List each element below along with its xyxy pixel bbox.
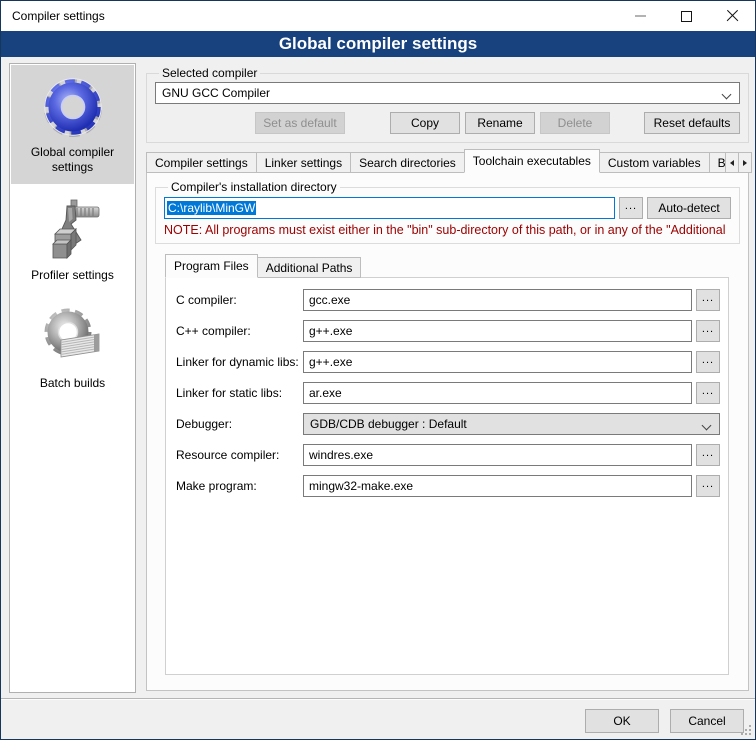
close-button[interactable] bbox=[709, 1, 755, 31]
sidebar-item-label: Global compiler settings bbox=[18, 145, 128, 175]
maximize-button[interactable] bbox=[663, 1, 709, 31]
main-panel: Selected compiler GNU GCC Compiler Set a… bbox=[146, 63, 749, 691]
cpp-compiler-input[interactable]: g++.exe bbox=[303, 320, 692, 342]
auto-detect-button[interactable]: Auto-detect bbox=[647, 197, 731, 219]
programs-tab-bar: Program Files Additional Paths bbox=[165, 254, 748, 278]
tab-program-files[interactable]: Program Files bbox=[165, 254, 258, 278]
settings-category-list: Global compiler settings bbox=[9, 63, 136, 693]
browse-resource-compiler-button[interactable]: ... bbox=[696, 444, 720, 466]
browse-c-compiler-button[interactable]: ... bbox=[696, 289, 720, 311]
settings-tab-bar: Compiler settings Linker settings Search… bbox=[146, 149, 749, 173]
field-value: gcc.exe bbox=[309, 293, 350, 307]
browse-linker-static-button[interactable]: ... bbox=[696, 382, 720, 404]
tab-linker-settings[interactable]: Linker settings bbox=[256, 152, 351, 173]
rename-button[interactable]: Rename bbox=[465, 112, 535, 134]
program-files-page: C compiler: gcc.exe ... C++ compiler: g+… bbox=[165, 277, 729, 675]
tab-additional-paths[interactable]: Additional Paths bbox=[257, 257, 362, 278]
installation-directory-legend: Compiler's installation directory bbox=[168, 180, 340, 194]
footer-divider bbox=[1, 698, 755, 700]
field-label: Resource compiler: bbox=[176, 448, 303, 462]
compiler-actions: Set as default Copy Rename Delete Reset … bbox=[155, 112, 740, 134]
browse-make-program-button[interactable]: ... bbox=[696, 475, 720, 497]
toolchain-executables-page: Compiler's installation directory C:\ray… bbox=[146, 172, 749, 691]
field-label: Linker for static libs: bbox=[176, 386, 303, 400]
field-row-debugger: Debugger: GDB/CDB debugger : Default bbox=[176, 413, 720, 435]
reset-defaults-button[interactable]: Reset defaults bbox=[644, 112, 740, 134]
arrow-left-icon bbox=[730, 160, 734, 166]
sidebar-item-label: Profiler settings bbox=[31, 268, 114, 283]
minimize-button[interactable] bbox=[617, 1, 663, 31]
field-value: ar.exe bbox=[309, 386, 342, 400]
tab-search-directories[interactable]: Search directories bbox=[350, 152, 465, 173]
delete-button[interactable]: Delete bbox=[540, 112, 610, 134]
caliper-icon bbox=[41, 198, 105, 262]
field-value: mingw32-make.exe bbox=[309, 479, 413, 493]
field-label: C++ compiler: bbox=[176, 324, 303, 338]
browse-cpp-compiler-button[interactable]: ... bbox=[696, 320, 720, 342]
field-row-linker-dynamic: Linker for dynamic libs: g++.exe ... bbox=[176, 351, 720, 373]
tab-scroll-right-button[interactable] bbox=[738, 152, 752, 173]
linker-static-input[interactable]: ar.exe bbox=[303, 382, 692, 404]
tab-scroll-left-button[interactable] bbox=[725, 152, 739, 173]
selected-compiler-legend: Selected compiler bbox=[159, 66, 260, 80]
bin-subdirectory-note: NOTE: All programs must exist either in … bbox=[164, 223, 731, 237]
copy-button[interactable]: Copy bbox=[390, 112, 460, 134]
sidebar-item-profiler-settings[interactable]: Profiler settings bbox=[11, 188, 134, 292]
dialog-banner: Global compiler settings bbox=[1, 31, 755, 57]
field-row-cpp-compiler: C++ compiler: g++.exe ... bbox=[176, 320, 720, 342]
tab-compiler-settings[interactable]: Compiler settings bbox=[146, 152, 257, 173]
sidebar-item-global-compiler-settings[interactable]: Global compiler settings bbox=[11, 65, 134, 184]
set-as-default-button[interactable]: Set as default bbox=[255, 112, 345, 134]
selected-text: C:\raylib\MinGW bbox=[167, 201, 256, 215]
linker-dynamic-input[interactable]: g++.exe bbox=[303, 351, 692, 373]
field-row-linker-static: Linker for static libs: ar.exe ... bbox=[176, 382, 720, 404]
resize-grip[interactable] bbox=[749, 733, 751, 735]
sidebar-item-batch-builds[interactable]: Batch builds bbox=[11, 296, 134, 400]
compiler-settings-dialog: Compiler settings Global compiler settin… bbox=[0, 0, 756, 740]
tab-toolchain-executables[interactable]: Toolchain executables bbox=[464, 149, 600, 173]
blue-gear-icon bbox=[41, 75, 105, 139]
browse-linker-dynamic-button[interactable]: ... bbox=[696, 351, 720, 373]
title-bar: Compiler settings bbox=[1, 1, 755, 31]
compiler-select[interactable]: GNU GCC Compiler bbox=[155, 82, 740, 104]
browse-directory-button[interactable]: ... bbox=[619, 197, 643, 219]
installation-directory-input[interactable]: C:\raylib\MinGW bbox=[164, 197, 615, 219]
compiler-select-value: GNU GCC Compiler bbox=[162, 86, 270, 100]
installation-directory-row: C:\raylib\MinGW ... Auto-detect bbox=[164, 197, 731, 219]
cancel-button[interactable]: Cancel bbox=[670, 709, 744, 733]
debugger-select-value: GDB/CDB debugger : Default bbox=[310, 417, 467, 431]
field-value: g++.exe bbox=[309, 324, 352, 338]
field-row-resource-compiler: Resource compiler: windres.exe ... bbox=[176, 444, 720, 466]
chevron-down-icon bbox=[722, 90, 732, 100]
ok-button[interactable]: OK bbox=[585, 709, 659, 733]
field-label: Make program: bbox=[176, 479, 303, 493]
sidebar-item-label: Batch builds bbox=[40, 376, 105, 391]
make-program-input[interactable]: mingw32-make.exe bbox=[303, 475, 692, 497]
installation-directory-group: Compiler's installation directory C:\ray… bbox=[155, 180, 740, 244]
chevron-down-icon bbox=[702, 421, 712, 431]
field-value: g++.exe bbox=[309, 355, 352, 369]
field-row-make-program: Make program: mingw32-make.exe ... bbox=[176, 475, 720, 497]
selected-compiler-group: Selected compiler GNU GCC Compiler Set a… bbox=[146, 66, 749, 143]
field-label: C compiler: bbox=[176, 293, 303, 307]
tab-scroll-arrows bbox=[726, 152, 752, 173]
arrow-right-icon bbox=[743, 160, 747, 166]
gray-gear-stack-icon bbox=[41, 306, 105, 370]
tab-custom-variables[interactable]: Custom variables bbox=[599, 152, 710, 173]
close-icon bbox=[726, 10, 739, 23]
minimize-icon bbox=[635, 15, 646, 17]
field-label: Debugger: bbox=[176, 417, 303, 431]
field-label: Linker for dynamic libs: bbox=[176, 355, 303, 369]
field-row-c-compiler: C compiler: gcc.exe ... bbox=[176, 289, 720, 311]
field-value: windres.exe bbox=[309, 448, 373, 462]
window-title: Compiler settings bbox=[1, 9, 617, 23]
debugger-select[interactable]: GDB/CDB debugger : Default bbox=[303, 413, 720, 435]
resource-compiler-input[interactable]: windres.exe bbox=[303, 444, 692, 466]
c-compiler-input[interactable]: gcc.exe bbox=[303, 289, 692, 311]
maximize-icon bbox=[681, 11, 692, 22]
